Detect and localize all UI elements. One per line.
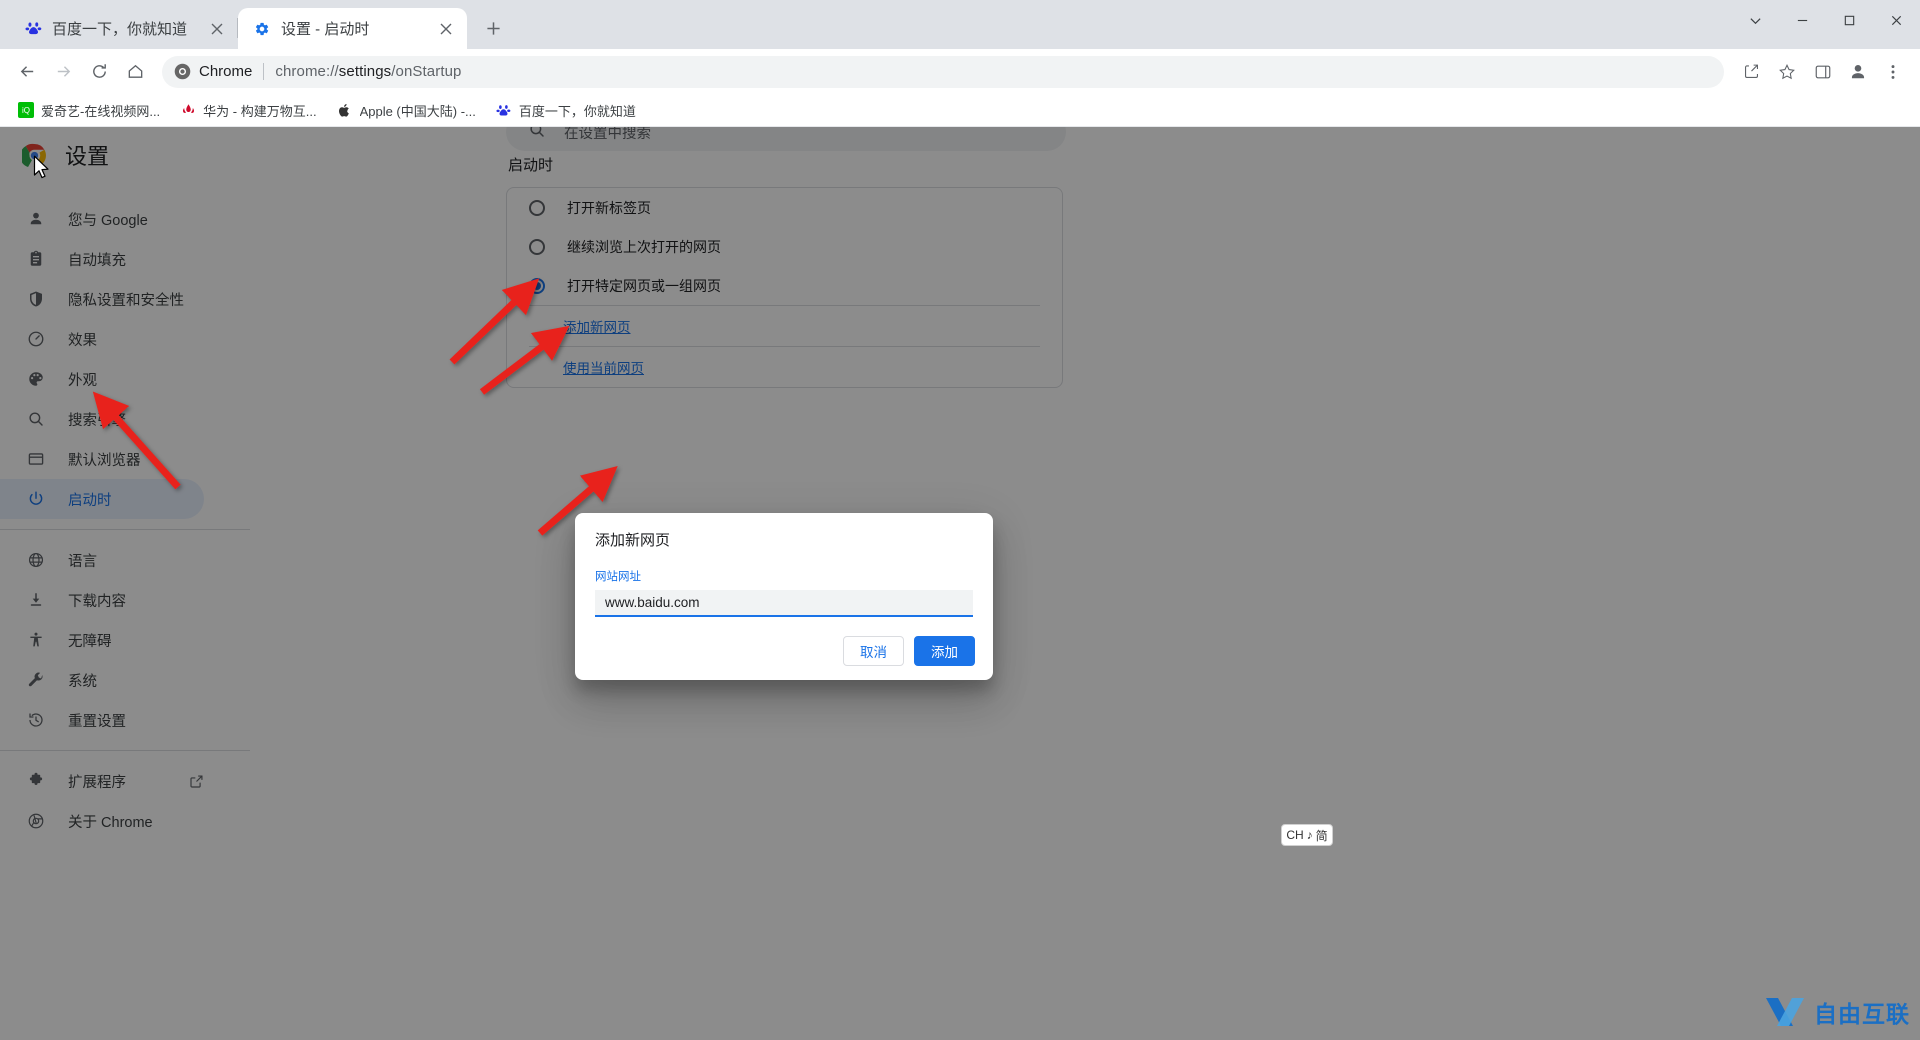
new-tab-button[interactable] bbox=[476, 11, 510, 45]
settings-gear-icon bbox=[252, 19, 272, 39]
close-window-icon[interactable] bbox=[1873, 0, 1920, 40]
window-controls bbox=[1732, 0, 1920, 40]
tab-title: 设置 - 启动时 bbox=[281, 21, 370, 38]
watermark-logo-icon bbox=[1766, 998, 1804, 1026]
close-icon[interactable] bbox=[206, 18, 228, 40]
bookmark-label: 爱奇艺-在线视频网... bbox=[41, 103, 161, 119]
bookmark-item[interactable]: 华为 - 构建万物互... bbox=[172, 97, 324, 123]
watermark: 自由互联 bbox=[1762, 992, 1910, 1032]
dialog-title: 添加新网页 bbox=[595, 532, 671, 549]
close-icon[interactable] bbox=[435, 18, 457, 40]
home-icon[interactable] bbox=[118, 55, 152, 89]
browser-toolbar: Chrome chrome://settings/onStartup bbox=[0, 49, 1920, 94]
profile-avatar-icon[interactable] bbox=[1842, 56, 1874, 88]
tab-settings[interactable]: 设置 - 启动时 bbox=[238, 8, 467, 49]
maximize-icon[interactable] bbox=[1826, 0, 1873, 40]
bookmark-item[interactable]: Apple (中国大陆) -... bbox=[329, 97, 484, 123]
tab-list: 百度一下，你就知道 设置 - 启动时 bbox=[0, 0, 510, 49]
chevron-down-icon[interactable] bbox=[1732, 0, 1779, 40]
watermark-text: 自由互联 bbox=[1814, 1001, 1910, 1027]
side-panel-icon[interactable] bbox=[1806, 55, 1840, 89]
three-dot-menu-icon[interactable] bbox=[1876, 55, 1910, 89]
baidu-icon bbox=[23, 19, 43, 39]
site-url-input[interactable]: www.baidu.com bbox=[595, 590, 973, 617]
bookmarks-bar: iQ 爱奇艺-在线视频网... 华为 - 构建万物互... Apple (中国大… bbox=[0, 94, 1920, 127]
chrome-chip-label: Chrome bbox=[199, 63, 253, 80]
url-text: chrome://settings/onStartup bbox=[275, 63, 462, 80]
forward-icon[interactable] bbox=[46, 55, 80, 89]
bookmark-label: 华为 - 构建万物互... bbox=[203, 103, 317, 119]
browser-window: 百度一下，你就知道 设置 - 启动时 Chrome chrome://setti… bbox=[0, 0, 1920, 1040]
ime-lang: CH bbox=[1286, 828, 1304, 842]
apple-icon bbox=[337, 102, 353, 118]
ime-indicator[interactable]: CH ♪ 简 bbox=[1281, 824, 1333, 846]
settings-page: 设置 您与 Google 自动填充 隐私设置和安全性 效果 外观 搜索引擎 默认… bbox=[0, 127, 1920, 1040]
site-url-label: 网站网址 bbox=[595, 571, 641, 583]
address-bar[interactable]: Chrome chrome://settings/onStartup bbox=[162, 55, 1724, 88]
mouse-cursor bbox=[33, 155, 49, 179]
share-icon[interactable] bbox=[1734, 55, 1768, 89]
bookmark-item[interactable]: 百度一下，你就知道 bbox=[488, 97, 644, 123]
tab-strip: 百度一下，你就知道 设置 - 启动时 bbox=[0, 0, 1920, 49]
tab-title: 百度一下，你就知道 bbox=[52, 21, 188, 38]
huawei-icon bbox=[180, 102, 196, 118]
minimize-icon[interactable] bbox=[1779, 0, 1826, 40]
bookmark-label: 百度一下，你就知道 bbox=[518, 103, 636, 119]
star-icon[interactable] bbox=[1770, 55, 1804, 89]
back-icon[interactable] bbox=[10, 55, 44, 89]
chrome-chip: Chrome bbox=[174, 63, 252, 80]
add-new-page-dialog: 添加新网页 网站网址 www.baidu.com 取消 添加 bbox=[575, 513, 993, 680]
ime-mode: 简 bbox=[1315, 828, 1328, 843]
ime-mode-icon: ♪ bbox=[1306, 828, 1313, 842]
tab-baidu[interactable]: 百度一下，你就知道 bbox=[9, 8, 238, 49]
dialog-actions: 取消 添加 bbox=[843, 636, 975, 666]
add-button[interactable]: 添加 bbox=[914, 636, 975, 666]
bookmark-item[interactable]: iQ 爱奇艺-在线视频网... bbox=[10, 97, 168, 123]
iqiyi-icon: iQ bbox=[18, 102, 34, 118]
omnibox-separator bbox=[263, 63, 265, 80]
chrome-icon bbox=[174, 63, 191, 80]
bookmark-label: Apple (中国大陆) -... bbox=[359, 103, 476, 119]
cancel-button[interactable]: 取消 bbox=[843, 636, 904, 666]
baidu-icon bbox=[496, 102, 512, 118]
reload-icon[interactable] bbox=[82, 55, 116, 89]
site-url-value: www.baidu.com bbox=[605, 595, 700, 610]
